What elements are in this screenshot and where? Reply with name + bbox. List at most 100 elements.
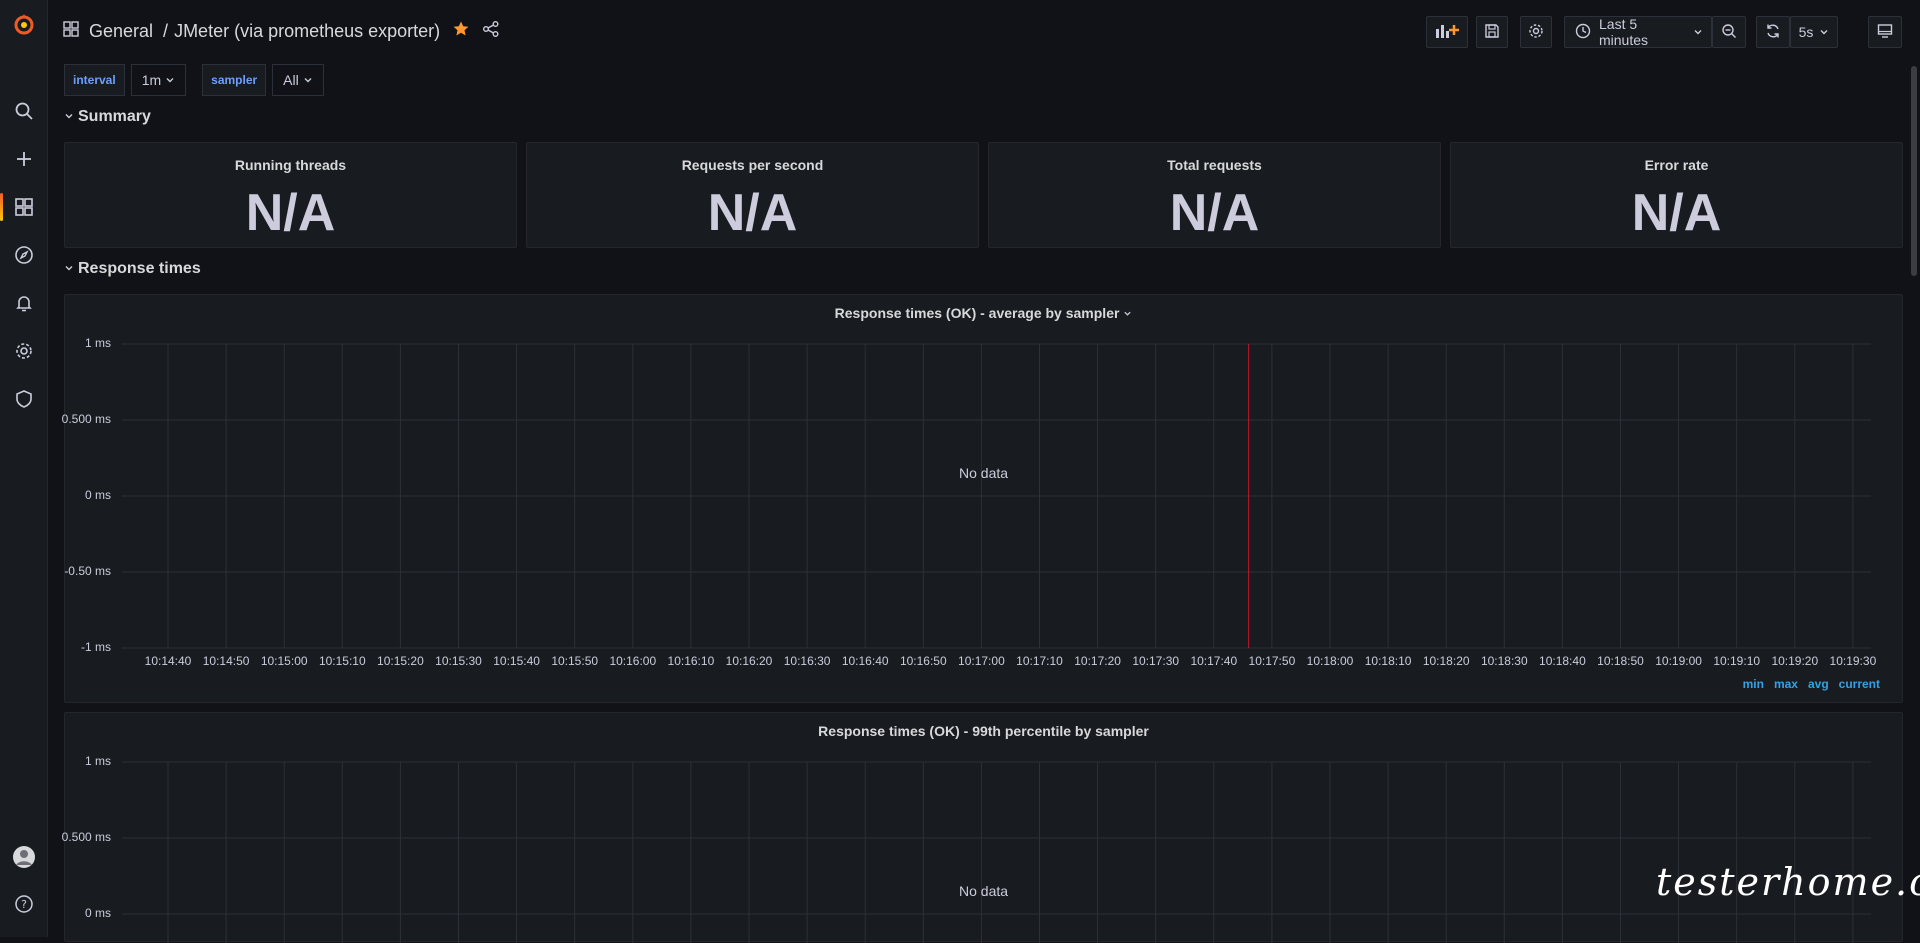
plus-icon[interactable] [0,139,48,179]
x-tick-label: 10:16:10 [667,654,715,668]
x-tick-label: 10:17:40 [1190,654,1238,668]
chevron-down-icon [64,260,74,278]
graph-panel-99th-percentile[interactable]: Response times (OK) - 99th percentile by… [62,712,1903,943]
legend-max[interactable]: max [1774,677,1798,691]
x-tick-label: 10:15:20 [377,654,424,668]
settings-icon[interactable] [0,331,48,371]
row-response-times[interactable]: Response times [64,260,201,278]
variable-label-sampler: sampler [202,64,267,96]
chevron-down-icon [1819,24,1829,40]
stat-panel-error-rate[interactable]: Error rate N/A [1450,142,1903,248]
star-icon[interactable] [452,20,470,43]
chevron-down-icon [303,72,313,88]
share-icon[interactable] [482,20,500,43]
variable-value-sampler: All [283,72,299,88]
plot-grid [122,343,1871,649]
stat-value: N/A [245,184,336,242]
watermark-text: testerhome.com [1656,860,1920,904]
legend-current[interactable]: current [1839,677,1880,691]
x-tick-label: 10:19:20 [1771,654,1819,668]
breadcrumb-separator: / [163,21,169,41]
zoom-out-icon [1721,23,1737,42]
no-data-message: No data [959,465,1009,481]
grid-icon [63,21,79,42]
x-tick-label: 10:17:20 [1074,654,1121,668]
row-title-summary: Summary [78,108,151,125]
x-tick-label: 10:18:00 [1306,654,1354,668]
stat-title: Running threads [234,157,347,173]
avatar-icon[interactable] [0,837,48,877]
grafana-logo-icon[interactable] [0,4,48,44]
settings-button[interactable] [1520,16,1552,48]
x-tick-label: 10:15:40 [493,654,540,668]
x-tick-label: 10:19:00 [1655,654,1702,668]
save-button[interactable] [1476,16,1508,48]
add-panel-icon [1435,23,1459,42]
variable-value-interval: 1m [141,72,162,88]
x-tick-label: 10:17:00 [958,654,1005,668]
row-title-response-times: Response times [78,260,201,277]
breadcrumb-folder[interactable]: General [89,21,153,42]
y-tick-label: 0 ms [84,906,111,920]
legend-avg[interactable]: avg [1808,677,1829,691]
legend-min[interactable]: min [1743,677,1764,691]
zoom-out-button[interactable] [1712,16,1746,48]
y-tick-label: 0 ms [84,488,111,502]
x-tick-label: 10:17:50 [1248,654,1296,668]
x-tick-label: 10:15:50 [551,654,599,668]
alerting-icon[interactable] [0,283,48,323]
stat-panel-running-threads[interactable]: Running threads N/A [64,142,517,248]
x-tick-label: 10:19:10 [1713,654,1761,668]
explore-icon[interactable] [0,235,48,275]
x-tick-label: 10:18:40 [1539,654,1586,668]
time-range-picker[interactable]: Last 5 minutes [1564,16,1712,48]
x-tick-label: 10:15:00 [260,654,308,668]
svg-text:?: ? [21,898,27,911]
shield-icon[interactable] [0,379,48,419]
variables-bar: interval 1m sampler All [64,64,324,96]
variable-select-interval[interactable]: 1m [130,64,187,96]
chevron-down-icon [1693,24,1703,40]
stat-value: N/A [707,184,798,242]
x-tick-label: 10:16:50 [899,654,947,668]
x-tick-label: 10:17:10 [1016,654,1063,668]
x-tick-label: 10:17:30 [1132,654,1180,668]
stat-title: Total requests [1167,157,1262,173]
x-tick-label: 10:16:20 [725,654,773,668]
row-summary[interactable]: Summary [64,108,151,126]
x-tick-label: 10:14:50 [202,654,250,668]
x-tick-label: 10:15:10 [318,654,366,668]
y-tick-label: 1 ms [84,336,111,350]
main-area: General / JMeter (via prometheus exporte… [48,0,1920,943]
tv-mode-button[interactable] [1868,16,1902,48]
legend: min max avg current [1743,677,1880,691]
gear-icon [1528,23,1544,42]
scrollbar[interactable] [1911,66,1917,276]
y-tick-label: 0.500 ms [61,412,111,426]
x-tick-label: 10:18:50 [1597,654,1644,668]
x-tick-label: 10:15:30 [435,654,482,668]
x-tick-label: 10:16:30 [783,654,831,668]
stat-panel-total-requests[interactable]: Total requests N/A [988,142,1441,248]
y-tick-label: -1 ms [81,640,111,654]
graph-panel-average[interactable]: Response times (OK) - average by sampler… [62,294,1903,703]
help-icon[interactable]: ? [0,884,48,924]
dashboard-title[interactable]: JMeter (via prometheus exporter) [174,21,440,42]
chevron-down-icon [64,108,74,126]
stat-title: Error rate [1644,157,1709,173]
refresh-button[interactable] [1756,16,1790,48]
variable-select-sampler[interactable]: All [272,64,324,96]
x-tick-label: 10:18:30 [1480,654,1528,668]
dashboards-icon[interactable] [0,187,48,227]
clock-icon [1575,23,1591,42]
time-range-label: Last 5 minutes [1599,16,1649,48]
x-tick-label: 10:16:40 [841,654,889,668]
stat-panel-requests-per-second[interactable]: Requests per second N/A [526,142,979,248]
y-tick-label: -0.50 ms [64,564,111,578]
add-panel-button[interactable] [1426,16,1468,48]
x-tick-label: 10:19:30 [1829,654,1877,668]
y-tick-label: 1 ms [84,754,111,768]
x-tick-label: 10:18:10 [1364,654,1412,668]
refresh-interval-picker[interactable]: 5s [1790,16,1838,48]
search-icon[interactable] [0,91,48,131]
